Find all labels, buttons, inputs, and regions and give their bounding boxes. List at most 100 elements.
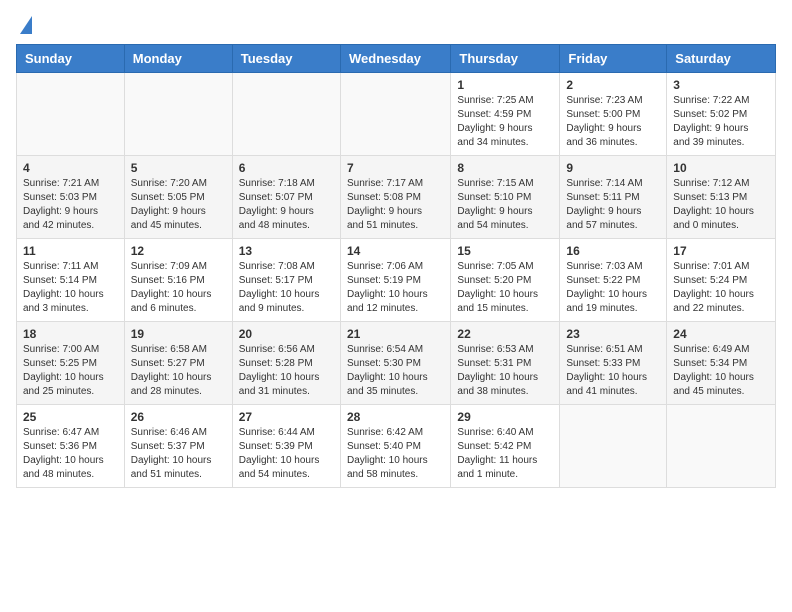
calendar-header-saturday: Saturday [667,45,776,73]
calendar-week-row: 1 Sunrise: 7:25 AM Sunset: 4:59 PM Daylig… [17,73,776,156]
day-info: Sunrise: 6:42 AM Sunset: 5:40 PM Dayligh… [347,426,444,482]
day-info: Sunrise: 7:03 AM Sunset: 5:22 PM Dayligh… [566,260,660,316]
calendar-cell: 5 Sunrise: 7:20 AM Sunset: 5:05 PM Daylig… [124,156,232,239]
day-number: 27 [239,410,334,424]
day-info: Sunrise: 7:21 AM Sunset: 5:03 PM Dayligh… [23,177,118,233]
day-info: Sunrise: 6:44 AM Sunset: 5:39 PM Dayligh… [239,426,334,482]
calendar-table: SundayMondayTuesdayWednesdayThursdayFrid… [16,44,776,488]
day-number: 17 [673,244,769,258]
calendar-cell [560,405,667,488]
calendar-cell: 23Sunrise: 6:51 AM Sunset: 5:33 PM Dayli… [560,322,667,405]
day-info: Sunrise: 7:12 AM Sunset: 5:13 PM Dayligh… [673,177,769,233]
day-info: Sunrise: 6:53 AM Sunset: 5:31 PM Dayligh… [457,343,553,399]
day-number: 14 [347,244,444,258]
calendar-cell: 7 Sunrise: 7:17 AM Sunset: 5:08 PM Daylig… [340,156,450,239]
day-info: Sunrise: 6:56 AM Sunset: 5:28 PM Dayligh… [239,343,334,399]
day-number: 19 [131,327,226,341]
calendar-cell [340,73,450,156]
day-number: 12 [131,244,226,258]
day-info: Sunrise: 7:05 AM Sunset: 5:20 PM Dayligh… [457,260,553,316]
calendar-cell: 22 Sunrise: 6:53 AM Sunset: 5:31 PM Dayli… [451,322,560,405]
day-number: 10 [673,161,769,175]
calendar-cell: 20 Sunrise: 6:56 AM Sunset: 5:28 PM Dayli… [232,322,340,405]
day-number: 20 [239,327,334,341]
day-number: 2 [566,78,660,92]
calendar-cell: 2 Sunrise: 7:23 AM Sunset: 5:00 PM Daylig… [560,73,667,156]
calendar-cell: 21 Sunrise: 6:54 AM Sunset: 5:30 PM Dayli… [340,322,450,405]
calendar-cell: 3Sunrise: 7:22 AM Sunset: 5:02 PM Daylig… [667,73,776,156]
calendar-header-row: SundayMondayTuesdayWednesdayThursdayFrid… [17,45,776,73]
day-info: Sunrise: 7:23 AM Sunset: 5:00 PM Dayligh… [566,94,660,150]
day-info: Sunrise: 7:09 AM Sunset: 5:16 PM Dayligh… [131,260,226,316]
day-number: 13 [239,244,334,258]
calendar-cell: 14 Sunrise: 7:06 AM Sunset: 5:19 PM Dayli… [340,239,450,322]
logo-triangle-icon [20,16,32,34]
calendar-header-wednesday: Wednesday [340,45,450,73]
day-number: 7 [347,161,444,175]
day-info: Sunrise: 6:51 AM Sunset: 5:33 PM Dayligh… [566,343,660,399]
day-number: 22 [457,327,553,341]
calendar-cell: 17 Sunrise: 7:01 AM Sunset: 5:24 PM Dayli… [667,239,776,322]
calendar-cell: 24 Sunrise: 6:49 AM Sunset: 5:34 PM Dayli… [667,322,776,405]
day-number: 1 [457,78,553,92]
day-info: Sunrise: 7:20 AM Sunset: 5:05 PM Dayligh… [131,177,226,233]
day-number: 29 [457,410,553,424]
day-info: Sunrise: 7:25 AM Sunset: 4:59 PM Dayligh… [457,94,553,150]
logo [16,16,32,34]
day-number: 25 [23,410,118,424]
calendar-header-sunday: Sunday [17,45,125,73]
calendar-cell: 26 Sunrise: 6:46 AM Sunset: 5:37 PM Dayli… [124,405,232,488]
day-number: 8 [457,161,553,175]
calendar-cell: 27 Sunrise: 6:44 AM Sunset: 5:39 PM Dayli… [232,405,340,488]
calendar-cell [124,73,232,156]
calendar-week-row: 11 Sunrise: 7:11 AM Sunset: 5:14 PM Dayli… [17,239,776,322]
calendar-header-thursday: Thursday [451,45,560,73]
day-info: Sunrise: 7:06 AM Sunset: 5:19 PM Dayligh… [347,260,444,316]
day-info: Sunrise: 7:15 AM Sunset: 5:10 PM Dayligh… [457,177,553,233]
day-number: 21 [347,327,444,341]
day-info: Sunrise: 7:08 AM Sunset: 5:17 PM Dayligh… [239,260,334,316]
day-info: Sunrise: 6:58 AM Sunset: 5:27 PM Dayligh… [131,343,226,399]
day-number: 16 [566,244,660,258]
calendar-cell: 18Sunrise: 7:00 AM Sunset: 5:25 PM Dayli… [17,322,125,405]
day-number: 9 [566,161,660,175]
calendar-cell: 10 Sunrise: 7:12 AM Sunset: 5:13 PM Dayli… [667,156,776,239]
day-number: 4 [23,161,118,175]
calendar-cell: 25 Sunrise: 6:47 AM Sunset: 5:36 PM Dayli… [17,405,125,488]
day-info: Sunrise: 6:49 AM Sunset: 5:34 PM Dayligh… [673,343,769,399]
day-number: 3 [673,78,769,92]
calendar-cell [232,73,340,156]
day-number: 5 [131,161,226,175]
calendar-week-row: 18Sunrise: 7:00 AM Sunset: 5:25 PM Dayli… [17,322,776,405]
calendar-cell: 6 Sunrise: 7:18 AM Sunset: 5:07 PM Daylig… [232,156,340,239]
calendar-cell [667,405,776,488]
calendar-cell: 13 Sunrise: 7:08 AM Sunset: 5:17 PM Dayli… [232,239,340,322]
day-info: Sunrise: 7:18 AM Sunset: 5:07 PM Dayligh… [239,177,334,233]
day-number: 11 [23,244,118,258]
day-info: Sunrise: 7:11 AM Sunset: 5:14 PM Dayligh… [23,260,118,316]
calendar-cell: 19 Sunrise: 6:58 AM Sunset: 5:27 PM Dayli… [124,322,232,405]
day-number: 24 [673,327,769,341]
day-info: Sunrise: 6:47 AM Sunset: 5:36 PM Dayligh… [23,426,118,482]
calendar-week-row: 25 Sunrise: 6:47 AM Sunset: 5:36 PM Dayli… [17,405,776,488]
calendar-cell: 1 Sunrise: 7:25 AM Sunset: 4:59 PM Daylig… [451,73,560,156]
calendar-header-tuesday: Tuesday [232,45,340,73]
calendar-cell: 9 Sunrise: 7:14 AM Sunset: 5:11 PM Daylig… [560,156,667,239]
calendar-cell: 16 Sunrise: 7:03 AM Sunset: 5:22 PM Dayli… [560,239,667,322]
calendar-cell: 11 Sunrise: 7:11 AM Sunset: 5:14 PM Dayli… [17,239,125,322]
day-number: 26 [131,410,226,424]
day-info: Sunrise: 7:14 AM Sunset: 5:11 PM Dayligh… [566,177,660,233]
day-info: Sunrise: 6:54 AM Sunset: 5:30 PM Dayligh… [347,343,444,399]
day-info: Sunrise: 7:17 AM Sunset: 5:08 PM Dayligh… [347,177,444,233]
day-info: Sunrise: 6:40 AM Sunset: 5:42 PM Dayligh… [457,426,553,482]
page-header [16,16,776,34]
calendar-header-friday: Friday [560,45,667,73]
calendar-week-row: 4 Sunrise: 7:21 AM Sunset: 5:03 PM Daylig… [17,156,776,239]
day-info: Sunrise: 7:01 AM Sunset: 5:24 PM Dayligh… [673,260,769,316]
day-number: 6 [239,161,334,175]
day-info: Sunrise: 6:46 AM Sunset: 5:37 PM Dayligh… [131,426,226,482]
day-number: 15 [457,244,553,258]
calendar-cell [17,73,125,156]
day-info: Sunrise: 7:00 AM Sunset: 5:25 PM Dayligh… [23,343,118,399]
day-number: 28 [347,410,444,424]
